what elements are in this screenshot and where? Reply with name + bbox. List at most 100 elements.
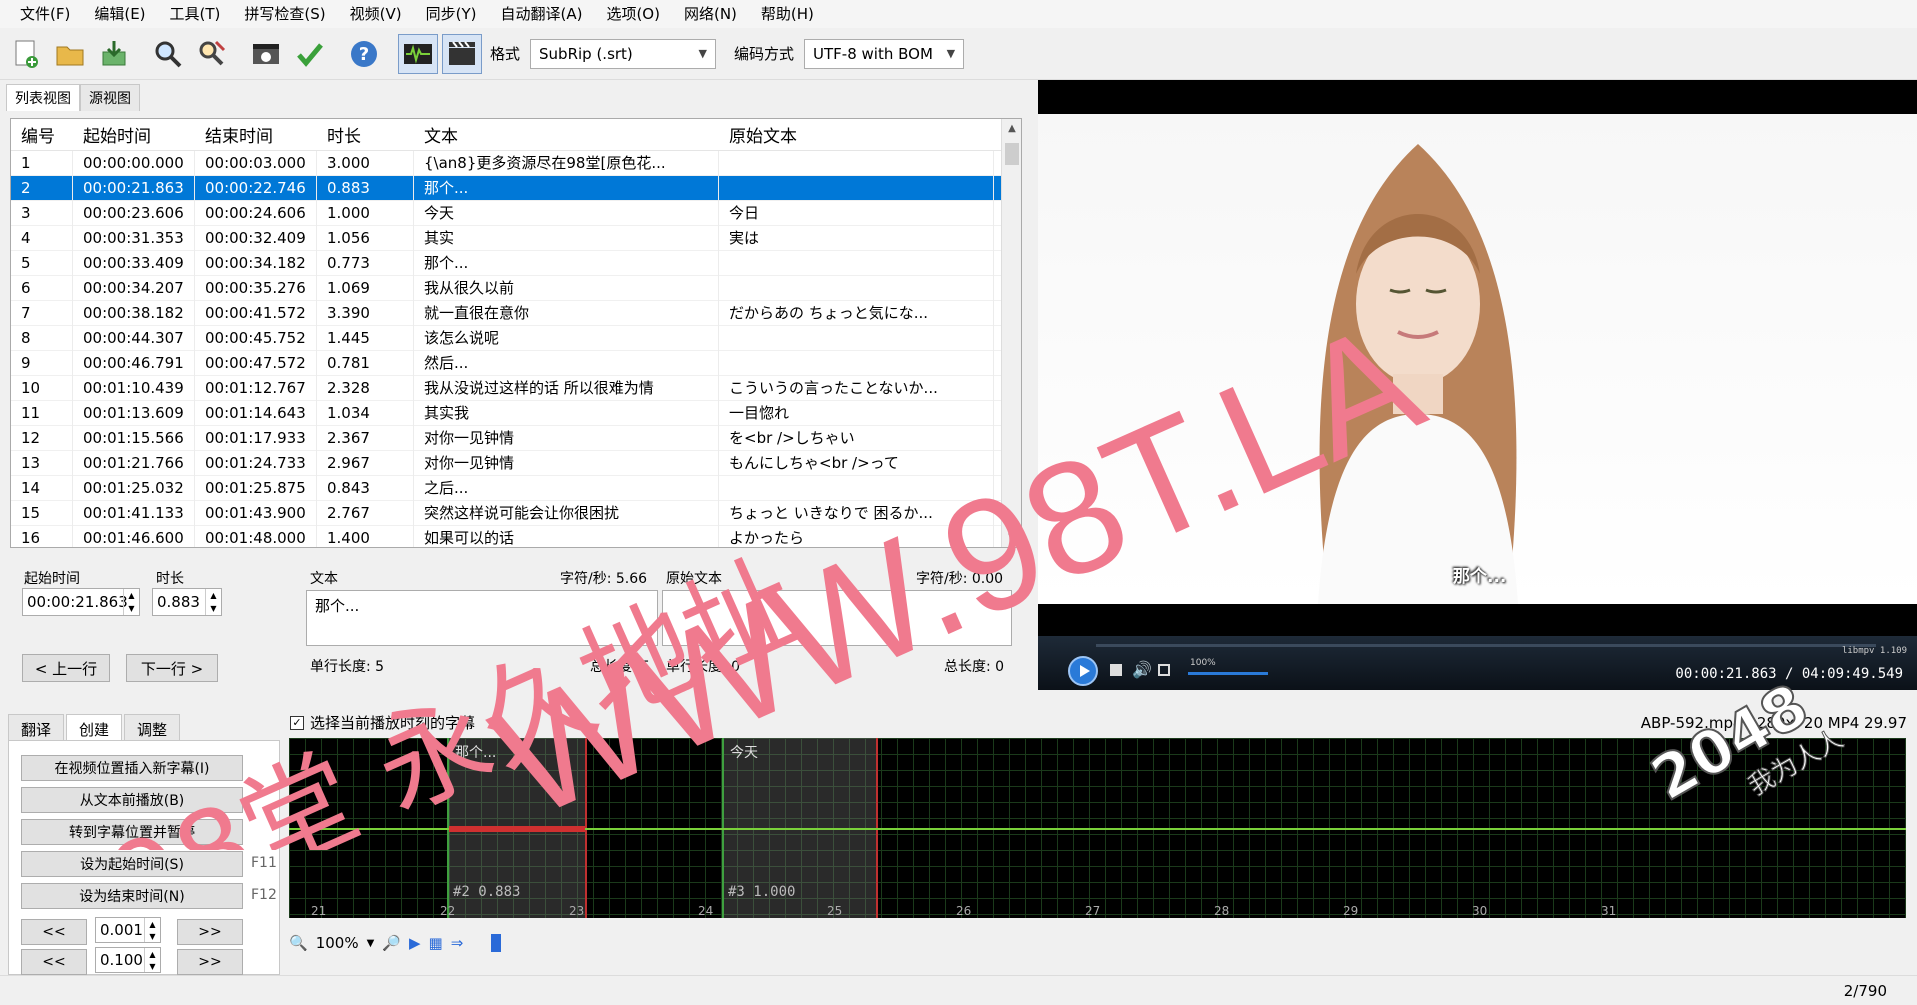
insert-subtitle-button[interactable]: 在视频位置插入新字幕(I) (21, 755, 243, 781)
set-start-time-button[interactable]: 设为起始时间(S) (21, 851, 243, 877)
zoom-out-icon[interactable]: 🔍 (289, 934, 308, 952)
table-row[interactable]: 9 00:00:46.791 00:00:47.572 0.781 然后... (11, 350, 1021, 376)
header-start[interactable]: 起始时间 (73, 122, 195, 147)
rewind-button[interactable]: << (21, 919, 87, 945)
spellcheck-icon[interactable] (290, 34, 330, 74)
tab-list-view[interactable]: 列表视图 (6, 84, 80, 111)
checkbox-checked-icon[interactable]: ✓ (290, 715, 304, 730)
play-icon[interactable]: ▶ (409, 934, 421, 952)
spin-arrows-icon[interactable]: ▲ ▼ (144, 948, 160, 972)
start-time-input[interactable]: 00:00:21.863 ▲ ▼ (22, 588, 140, 616)
volume-icon[interactable]: 🔊 (1132, 660, 1152, 679)
scroll-thumb[interactable] (1005, 143, 1019, 165)
encoding-select[interactable]: UTF-8 with BOM ▼ (804, 38, 965, 69)
cell-start: 00:01:13.609 (73, 400, 195, 426)
table-row[interactable]: 15 00:01:41.133 00:01:43.900 2.767 突然这样说可能会让… (11, 500, 1021, 526)
goto-subtitle-pause-button[interactable]: 转到字幕位置并暂停 (21, 819, 243, 845)
video-player[interactable]: 那个... 🔊 100% libmpv 1.109 00:00:21.863 /… (1038, 80, 1917, 690)
waveform-toolbar: 🔍 100% ▼ 🔎 ▶ ▦ ⇒ (289, 928, 1906, 958)
scroll-up-icon[interactable]: ▲ (1002, 123, 1021, 134)
step-input-2[interactable]: 0.100 ▲ ▼ (95, 947, 161, 973)
play-button[interactable] (1068, 656, 1098, 686)
step-input-1[interactable]: 0.001 ▲ ▼ (95, 917, 161, 943)
table-row[interactable]: 16 00:01:46.600 00:01:48.000 1.400 如果可以的话 よかっ… (11, 525, 1021, 547)
fullscreen-icon[interactable] (1158, 664, 1170, 676)
header-number[interactable]: 编号 (11, 122, 73, 147)
text-label: 文本 (310, 571, 338, 587)
play-from-text-button[interactable]: 从文本前播放(B) (21, 787, 243, 813)
table-row[interactable]: 10 00:01:10.439 00:01:12.767 2.328 我从没说过这样的话… (11, 375, 1021, 401)
duration-input[interactable]: 0.883 ▲ ▼ (152, 588, 222, 616)
grid-icon[interactable]: ▦ (429, 934, 443, 952)
cell-text: 其实我 (414, 400, 719, 426)
menu-spellcheck[interactable]: 拼写检查(S) (232, 0, 337, 28)
table-row[interactable]: 7 00:00:38.182 00:00:41.572 3.390 就一直很在意你 だから… (11, 300, 1021, 326)
menu-options[interactable]: 选项(O) (594, 0, 672, 28)
replace-icon[interactable] (192, 34, 232, 74)
save-icon[interactable] (94, 34, 134, 74)
open-folder-icon[interactable] (50, 34, 90, 74)
menu-edit[interactable]: 编辑(E) (82, 0, 157, 28)
help-icon[interactable]: ? (344, 34, 384, 74)
original-text-editor[interactable] (662, 590, 1012, 646)
previous-line-button[interactable]: < 上一行 (22, 654, 110, 682)
table-row[interactable]: 6 00:00:34.207 00:00:35.276 1.069 我从很久以前 (11, 275, 1021, 301)
menu-file[interactable]: 文件(F) (8, 0, 82, 28)
position-slider[interactable] (491, 934, 502, 952)
table-row[interactable]: 3 00:00:23.606 00:00:24.606 1.000 今天 今日 (11, 200, 1021, 226)
video-progress-bar[interactable] (1096, 644, 1876, 647)
header-duration[interactable]: 时长 (317, 122, 414, 147)
list-scrollbar[interactable]: ▲ ▼ (1001, 119, 1021, 547)
spin-arrows-icon[interactable]: ▲ ▼ (144, 918, 160, 942)
menu-sync[interactable]: 同步(Y) (414, 0, 489, 28)
scroll-down-icon[interactable]: ▼ (1002, 532, 1021, 543)
table-row[interactable]: 12 00:01:15.566 00:01:17.933 2.367 对你一见钟情 を<b… (11, 425, 1021, 451)
duration-label: 时长 (156, 571, 184, 587)
menu-video[interactable]: 视频(V) (338, 0, 414, 28)
tab-source-view[interactable]: 源视图 (80, 84, 140, 111)
table-row[interactable]: 5 00:00:33.409 00:00:34.182 0.773 那个... (11, 250, 1021, 276)
spin-arrows-icon[interactable]: ▲ ▼ (205, 589, 221, 615)
table-row[interactable]: 11 00:01:13.609 00:01:14.643 1.034 其实我 一目惚れ (11, 400, 1021, 426)
visual-sync-icon[interactable] (246, 34, 286, 74)
menu-help[interactable]: 帮助(H) (749, 0, 826, 28)
table-row[interactable]: 2 00:00:21.863 00:00:22.746 0.883 那个... (11, 175, 1021, 201)
next-line-button[interactable]: 下一行 > (126, 654, 218, 682)
chevron-down-icon[interactable]: ▼ (367, 938, 375, 949)
forward-button-2[interactable]: >> (177, 949, 243, 975)
menu-network[interactable]: 网络(N) (672, 0, 749, 28)
table-row[interactable]: 14 00:01:25.032 00:01:25.875 0.843 之后... (11, 475, 1021, 501)
forward-arrows-icon[interactable]: ⇒ (451, 934, 464, 952)
search-icon[interactable] (148, 34, 188, 74)
video-toggle-icon[interactable] (442, 33, 482, 74)
table-row[interactable]: 1 00:00:00.000 00:00:03.000 3.000 {\an8}更多资源… (11, 150, 1021, 176)
cell-original: ちょっと いきなりで 困るか... (719, 500, 994, 526)
subtitle-list[interactable]: 编号 起始时间 结束时间 时长 文本 原始文本 1 00:00:00.000 00:… (10, 118, 1022, 548)
menu-autotranslate[interactable]: 自动翻译(A) (488, 0, 594, 28)
waveform-toggle-icon[interactable] (398, 33, 438, 74)
set-end-time-button[interactable]: 设为结束时间(N) (21, 883, 243, 909)
rewind-button-2[interactable]: << (21, 949, 87, 975)
audio-waveform[interactable]: 那个... 今天 #2 0.883 #3 1.000 21 22 23 24 25 26 2… (289, 738, 1906, 918)
cell-end: 00:01:24.733 (195, 450, 317, 476)
table-row[interactable]: 4 00:00:31.353 00:00:32.409 1.056 其实 実は (11, 225, 1021, 251)
header-end[interactable]: 结束时间 (195, 122, 317, 147)
new-file-icon[interactable] (6, 34, 46, 74)
header-original[interactable]: 原始文本 (719, 122, 994, 147)
table-row[interactable]: 13 00:01:21.766 00:01:24.733 2.967 对你一见钟情 もんに… (11, 450, 1021, 476)
forward-button[interactable]: >> (177, 919, 243, 945)
stop-icon[interactable] (1110, 664, 1122, 676)
header-text[interactable]: 文本 (414, 122, 719, 147)
volume-slider[interactable] (1188, 672, 1268, 675)
waveform-tick: 28 (1214, 904, 1230, 918)
menu-tools[interactable]: 工具(T) (158, 0, 233, 28)
format-select[interactable]: SubRip (.srt) ▼ (530, 38, 717, 69)
spin-arrows-icon[interactable]: ▲ ▼ (123, 589, 139, 615)
zoom-level[interactable]: 100% (316, 934, 359, 952)
zoom-in-icon[interactable]: 🔎 (382, 934, 401, 952)
view-tabs: 列表视图 源视图 (6, 84, 140, 111)
cell-duration: 1.056 (317, 225, 414, 251)
table-row[interactable]: 8 00:00:44.307 00:00:45.752 1.445 该怎么说呢 (11, 325, 1021, 351)
text-editor[interactable]: 那个... (306, 590, 658, 646)
select-current-subtitle-checkbox[interactable]: ✓ 选择当前播放时刻的字幕 (290, 712, 475, 733)
